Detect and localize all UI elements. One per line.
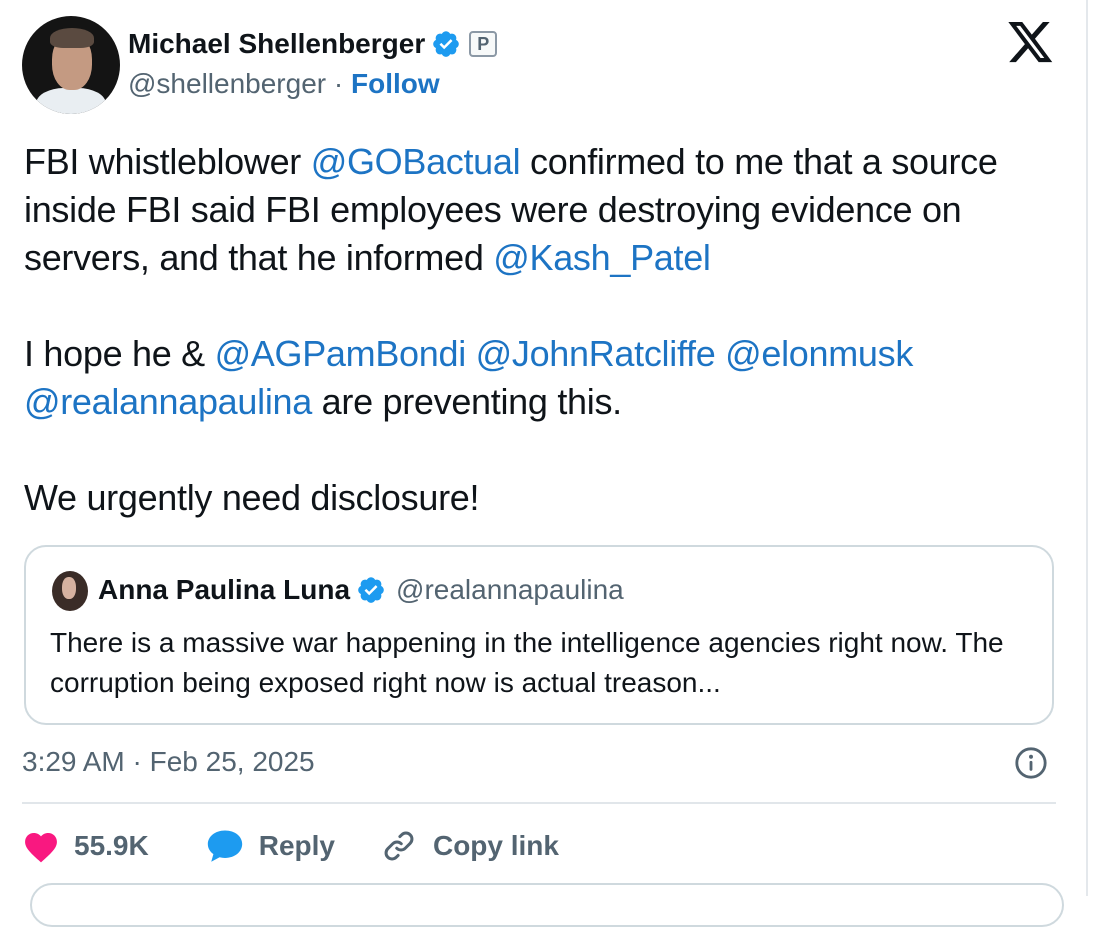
quoted-author-name[interactable]: Anna Paulina Luna: [98, 574, 350, 606]
author-name-row: Michael Shellenberger P: [128, 28, 498, 60]
card-border: [1086, 0, 1088, 896]
verified-badge-icon: [433, 31, 460, 57]
link-icon: [384, 831, 414, 861]
reply-button[interactable]: Reply: [205, 828, 335, 864]
info-icon[interactable]: [1014, 746, 1048, 780]
speech-bubble-icon: [207, 830, 242, 862]
quoted-tweet[interactable]: Anna Paulina Luna @realannapaulina There…: [24, 545, 1054, 725]
author-handle[interactable]: @shellenberger: [128, 68, 326, 99]
action-bar: 55.9K Reply Copy link: [22, 822, 559, 870]
like-button[interactable]: 55.9K: [22, 829, 149, 863]
author-avatar[interactable]: [22, 16, 120, 114]
tweet-paragraph-3: We urgently need disclosure!: [24, 477, 480, 518]
mention-link[interactable]: @elonmusk: [725, 333, 913, 374]
mention-link[interactable]: @Kash_Patel: [493, 237, 711, 278]
verified-badge-icon: [358, 577, 384, 603]
divider: [22, 802, 1056, 804]
affiliate-badge: P: [469, 31, 498, 57]
copy-link-label: Copy link: [432, 830, 559, 861]
tweet-text: FBI whistleblower @GOBactual confirmed t…: [24, 138, 1034, 522]
author-name[interactable]: Michael Shellenberger: [128, 28, 425, 60]
mention-link[interactable]: @realannapaulina: [24, 381, 312, 422]
tweet-paragraph-2: I hope he & @AGPamBondi @JohnRatcliffe @…: [24, 330, 1034, 426]
quoted-author-handle[interactable]: @realannapaulina: [396, 574, 624, 606]
follow-button[interactable]: Follow: [351, 68, 440, 99]
tweet-timestamp[interactable]: 3:29 AM · Feb 25, 2025: [22, 746, 315, 778]
quoted-author-row: Anna Paulina Luna @realannapaulina: [98, 573, 624, 607]
next-card-border: [30, 883, 1064, 927]
text-segment: FBI whistleblower: [24, 141, 311, 182]
handle-separator: ·: [333, 68, 344, 99]
quoted-author-avatar[interactable]: [52, 571, 88, 611]
reply-label: Reply: [258, 830, 335, 861]
text-segment: [715, 333, 725, 374]
mention-link[interactable]: @JohnRatcliffe: [476, 333, 716, 374]
text-segment: [466, 333, 476, 374]
text-segment: I hope he &: [24, 333, 215, 374]
author-handle-row: @shellenberger · Follow: [128, 68, 440, 100]
mention-link[interactable]: @GOBactual: [311, 141, 521, 182]
quoted-tweet-text: There is a massive war happening in the …: [50, 627, 1004, 698]
like-count: 55.9K: [74, 830, 149, 861]
text-segment: are preventing this.: [311, 381, 623, 422]
heart-icon: [25, 833, 57, 863]
mention-link[interactable]: @AGPamBondi: [215, 333, 467, 374]
x-logo-icon[interactable]: [1008, 22, 1054, 64]
tweet-paragraph-1: FBI whistleblower @GOBactual confirmed t…: [24, 138, 1034, 282]
copy-link-button[interactable]: Copy link: [381, 828, 559, 864]
